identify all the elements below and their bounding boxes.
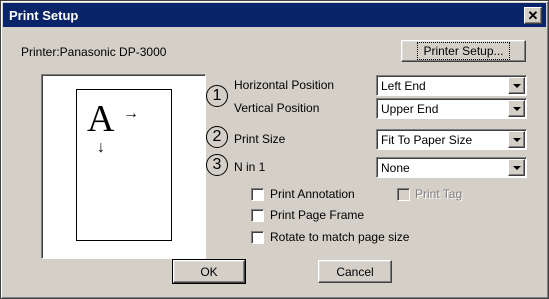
chevron-down-icon[interactable] — [508, 100, 525, 117]
ok-button-label: OK — [200, 264, 218, 279]
printer-setup-button-label: Printer Setup... — [417, 42, 510, 60]
print-tag-checkbox — [397, 188, 410, 201]
print-tag-label: Print Tag — [415, 187, 463, 201]
right-arrow-icon: → — [123, 105, 139, 122]
horizontal-position-value: Left End — [381, 79, 426, 93]
print-size-select[interactable]: Fit To Paper Size — [376, 129, 527, 150]
close-icon: ✕ — [527, 8, 539, 23]
n-in-1-value: None — [381, 161, 410, 175]
step-marker-1: 1 — [206, 85, 228, 107]
horizontal-position-label: Horizontal Position — [234, 78, 335, 92]
n-in-1-label: N in 1 — [234, 160, 266, 174]
step-marker-3: 3 — [206, 154, 228, 176]
print-size-value: Fit To Paper Size — [381, 133, 473, 147]
rotate-page-checkbox[interactable] — [251, 231, 264, 244]
print-size-label: Print Size — [234, 132, 286, 146]
printer-name-label: Printer:Panasonic DP-3000 — [21, 45, 167, 59]
n-in-1-select[interactable]: None — [376, 157, 527, 178]
vertical-position-value: Upper End — [381, 102, 439, 116]
print-page-frame-checkbox[interactable] — [251, 209, 264, 222]
cancel-button-label: Cancel — [336, 264, 374, 279]
close-button[interactable]: ✕ — [524, 7, 542, 24]
cancel-button[interactable]: Cancel — [318, 260, 392, 283]
layout-preview: A → ↓ — [41, 74, 206, 259]
print-page-frame-label: Print Page Frame — [270, 208, 365, 222]
vertical-position-select[interactable]: Upper End — [376, 98, 527, 119]
print-annotation-label: Print Annotation — [270, 187, 355, 201]
down-arrow-icon: ↓ — [97, 139, 105, 156]
printer-setup-button[interactable]: Printer Setup... — [401, 40, 526, 62]
title-bar: Print Setup ✕ — [3, 3, 546, 27]
chevron-down-icon[interactable] — [508, 159, 525, 176]
chevron-down-icon[interactable] — [508, 77, 525, 94]
step-marker-2: 2 — [206, 126, 228, 148]
preview-letter: A — [87, 98, 115, 140]
print-setup-dialog: Print Setup ✕ Printer:Panasonic DP-3000 … — [0, 0, 549, 299]
rotate-page-label: Rotate to match page size — [270, 230, 410, 244]
horizontal-position-select[interactable]: Left End — [376, 75, 527, 96]
chevron-down-icon[interactable] — [508, 131, 525, 148]
ok-button[interactable]: OK — [172, 259, 246, 284]
preview-page: A → ↓ — [76, 89, 172, 241]
print-annotation-checkbox[interactable] — [251, 188, 264, 201]
vertical-position-label: Vertical Position — [234, 101, 320, 115]
dialog-title: Print Setup — [9, 7, 79, 23]
